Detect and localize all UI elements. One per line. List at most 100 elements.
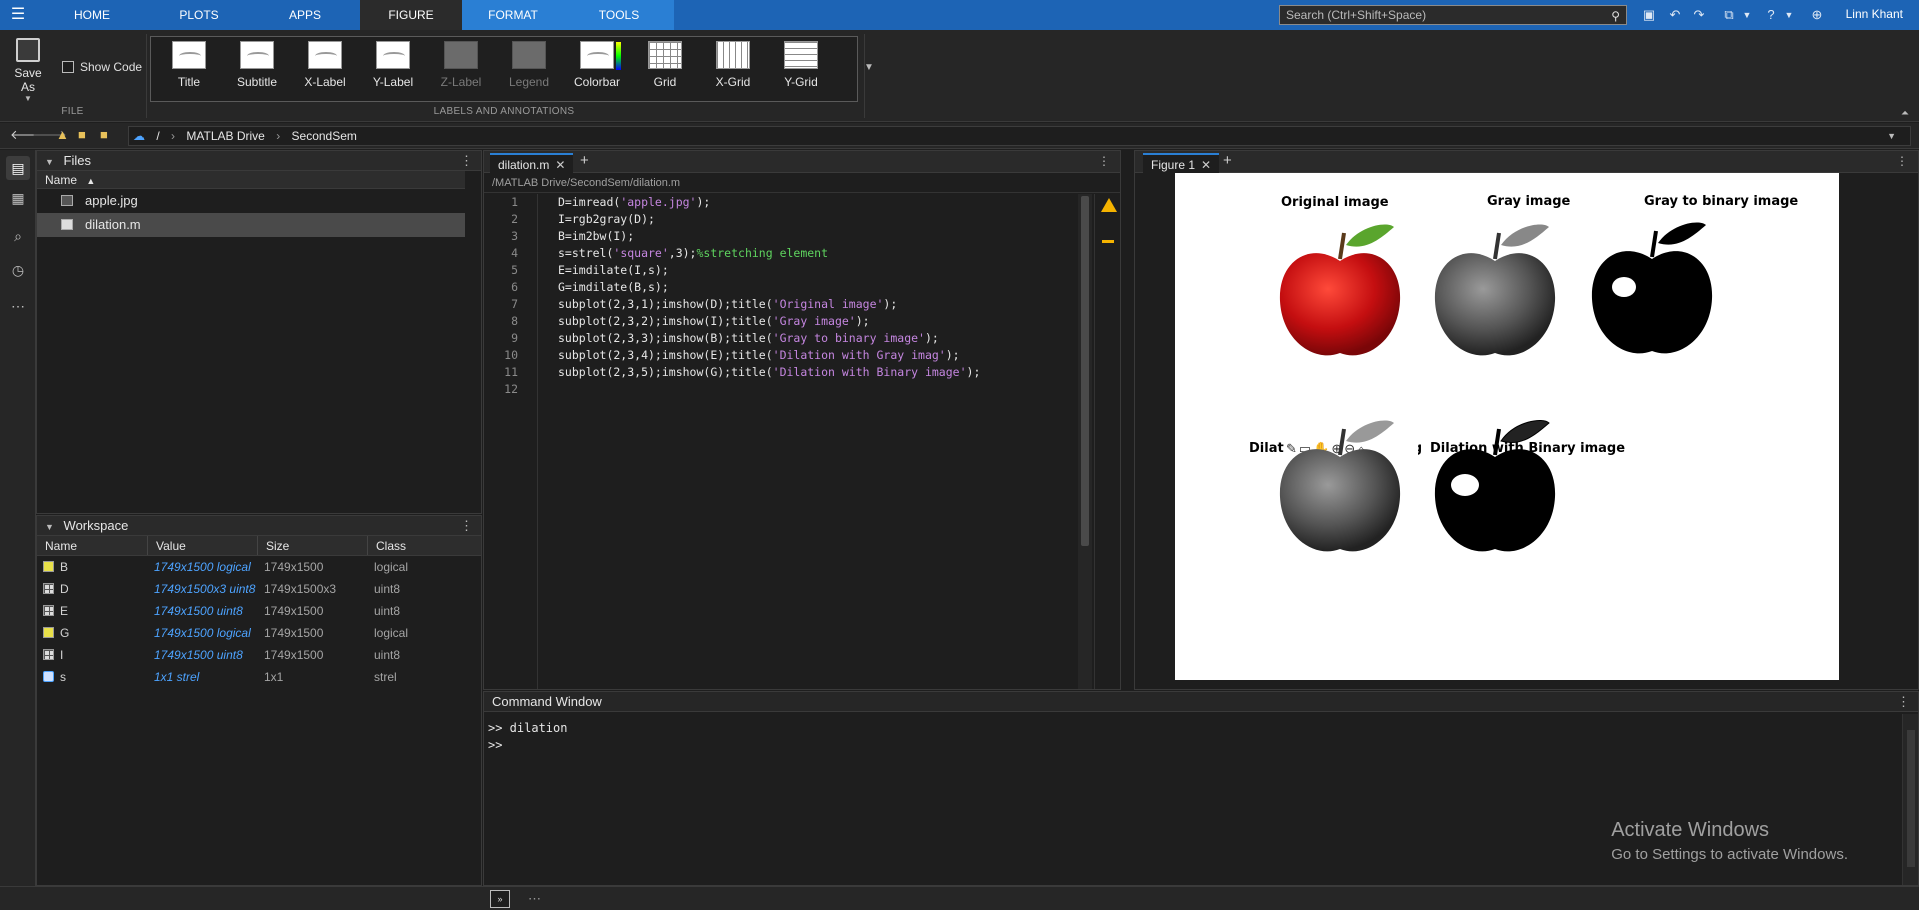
ygrid-button[interactable]: Y-Grid — [771, 41, 831, 89]
breadcrumb[interactable]: ☁ / › MATLAB Drive › SecondSem ▼ — [128, 126, 1911, 146]
search-placeholder: Search (Ctrl+Shift+Space) — [1286, 8, 1427, 22]
scrollbar-thumb[interactable] — [1907, 730, 1915, 867]
workspace-panel-icon[interactable]: ▦ — [6, 186, 30, 210]
figure-menu-icon[interactable]: ⋮ — [1896, 154, 1908, 168]
browse-folder-icon[interactable]: ■ — [78, 127, 86, 142]
ylabel-button[interactable]: Y-Label — [363, 41, 423, 89]
column-value[interactable]: Value — [148, 536, 258, 555]
collapse-icon[interactable]: ▼ — [45, 157, 54, 167]
column-name[interactable]: Name — [37, 536, 148, 555]
command-window-toggle-icon[interactable]: » — [490, 890, 510, 908]
xlabel-icon — [308, 41, 342, 69]
subplot-title-original: Original image — [1281, 195, 1389, 210]
workspace-row[interactable]: G 1749x1500 logical 1749x1500 logical — [37, 622, 481, 644]
legend-button[interactable]: Legend — [499, 41, 559, 89]
breadcrumb-secondsem[interactable]: SecondSem — [292, 129, 357, 143]
tab-home[interactable]: HOME — [56, 0, 128, 30]
editor-scrollbar[interactable] — [1078, 194, 1092, 689]
search-icon[interactable]: ⚲ — [1611, 7, 1620, 25]
colorbar-button[interactable]: Colorbar — [567, 41, 627, 89]
variable-matrix-icon — [43, 583, 54, 594]
workspace-row[interactable]: E 1749x1500 uint8 1749x1500 uint8 — [37, 600, 481, 622]
grid-button[interactable]: Grid — [635, 41, 695, 89]
file-path: /MATLAB Drive/SecondSem/dilation.m — [484, 173, 1120, 193]
files-column-header[interactable]: Name ▲ — [37, 171, 465, 189]
help-chevron-down-icon[interactable]: ▼ — [1780, 6, 1798, 24]
show-code-checkbox[interactable]: Show Code — [62, 60, 142, 74]
tab-format[interactable]: FORMAT — [462, 0, 564, 30]
workspace-row[interactable]: s 1x1 strel 1x1 strel — [37, 666, 481, 688]
breadcrumb-matlab-drive[interactable]: MATLAB Drive — [186, 129, 264, 143]
checkbox-icon[interactable] — [62, 61, 74, 73]
figure-canvas[interactable]: Original image Gray image Gray to binary… — [1175, 173, 1839, 680]
save-as-icon — [16, 38, 40, 62]
more-panels-icon[interactable]: ⋯ — [528, 891, 541, 907]
string-token: 'Dilation with Gray imag' — [772, 348, 946, 362]
workspace-row[interactable]: B 1749x1500 logical 1749x1500 logical — [37, 556, 481, 578]
close-icon[interactable]: ✕ — [1201, 158, 1211, 172]
cloud-drive-icon: ☁ — [133, 129, 145, 143]
zlabel-button[interactable]: Z-Label — [431, 41, 491, 89]
redo-icon[interactable]: ↷ — [1690, 6, 1708, 24]
files-panel-icon[interactable]: ▤ — [6, 156, 30, 180]
workspace-menu-icon[interactable]: ⋮ — [460, 516, 473, 536]
new-tab-icon[interactable]: + — [580, 152, 589, 169]
workspace-row[interactable]: D 1749x1500x3 uint8 1749x1500x3 uint8 — [37, 578, 481, 600]
search-input[interactable]: Search (Ctrl+Shift+Space) ⚲ — [1279, 5, 1627, 25]
user-name[interactable]: Linn Khant — [1846, 7, 1903, 21]
files-menu-icon[interactable]: ⋮ — [460, 151, 473, 171]
column-class[interactable]: Class — [368, 536, 478, 555]
editor-tab-dilation[interactable]: dilation.m ✕ — [490, 153, 574, 173]
workspace-row[interactable]: I 1749x1500 uint8 1749x1500 uint8 — [37, 644, 481, 666]
activate-windows-watermark: Activate Windows Go to Settings to activ… — [1611, 819, 1848, 863]
user-icon[interactable]: ⊕ — [1808, 6, 1826, 24]
history-icon[interactable]: ◷ — [6, 258, 30, 282]
tab-tools[interactable]: TOOLS — [564, 0, 674, 30]
xgrid-button[interactable]: X-Grid — [703, 41, 763, 89]
var-name-text: B — [60, 560, 69, 574]
figure-tab[interactable]: Figure 1 ✕ — [1143, 153, 1220, 173]
file-row[interactable]: apple.jpg — [37, 189, 481, 213]
warning-icon[interactable] — [1101, 198, 1117, 212]
close-icon[interactable]: ✕ — [555, 158, 565, 172]
code-token: E=imdilate(I,s); — [558, 263, 669, 277]
tab-apps[interactable]: APPS — [270, 0, 340, 30]
command-prompt[interactable]: >> — [488, 737, 1898, 754]
layout-icon[interactable]: ⧉ — [1720, 6, 1738, 24]
xlabel-button[interactable]: X-Label — [295, 41, 355, 89]
code-editor[interactable]: 1 2 3 4 5 6 7 8 9 10 11 12 D=imread('apple.jpg'); I=… — [484, 194, 1120, 689]
save-icon[interactable]: ▣ — [1640, 6, 1658, 24]
warning-marker[interactable] — [1102, 240, 1114, 243]
new-figure-icon[interactable]: + — [1223, 152, 1232, 169]
folder-search-icon[interactable]: ■ — [100, 127, 108, 142]
scrollbar-thumb[interactable] — [1081, 196, 1089, 546]
undo-icon[interactable]: ↶ — [1666, 6, 1684, 24]
save-as-button[interactable]: Save As ▼ — [6, 38, 50, 103]
ygrid-icon — [784, 41, 818, 69]
help-icon[interactable]: ? — [1762, 6, 1780, 24]
title-button[interactable]: Title — [159, 41, 219, 89]
menu-icon[interactable]: ☰ — [8, 6, 28, 24]
tab-figure[interactable]: FIGURE — [360, 0, 462, 30]
file-row[interactable]: dilation.m — [37, 213, 465, 237]
code-token: ,3); — [668, 246, 697, 260]
subtitle-button[interactable]: Subtitle — [227, 41, 287, 89]
command-window-menu-icon[interactable]: ⋮ — [1897, 692, 1910, 712]
tab-plots[interactable]: PLOTS — [160, 0, 238, 30]
gallery-label: Z-Label — [440, 75, 482, 89]
up-folder-icon[interactable]: ▲ — [56, 127, 69, 142]
address-dropdown-icon[interactable]: ▼ — [1887, 127, 1896, 145]
xgrid-icon — [716, 41, 750, 69]
search-files-icon[interactable]: ⌕ — [6, 224, 30, 248]
column-size[interactable]: Size — [258, 536, 368, 555]
watermark-subtitle: Go to Settings to activate Windows. — [1611, 846, 1848, 863]
more-icon[interactable]: ⋯ — [6, 294, 30, 318]
collapse-icon[interactable]: ▼ — [45, 522, 54, 532]
code-token: ); — [966, 365, 981, 379]
chevron-down-icon[interactable]: ▼ — [1738, 6, 1756, 24]
command-window-scrollbar[interactable] — [1902, 714, 1918, 885]
editor-menu-icon[interactable]: ⋮ — [1098, 154, 1110, 168]
breadcrumb-root[interactable]: / — [156, 129, 159, 143]
collapse-toolstrip-icon[interactable]: ⏶ — [1901, 108, 1909, 119]
var-name-text: s — [60, 670, 66, 684]
